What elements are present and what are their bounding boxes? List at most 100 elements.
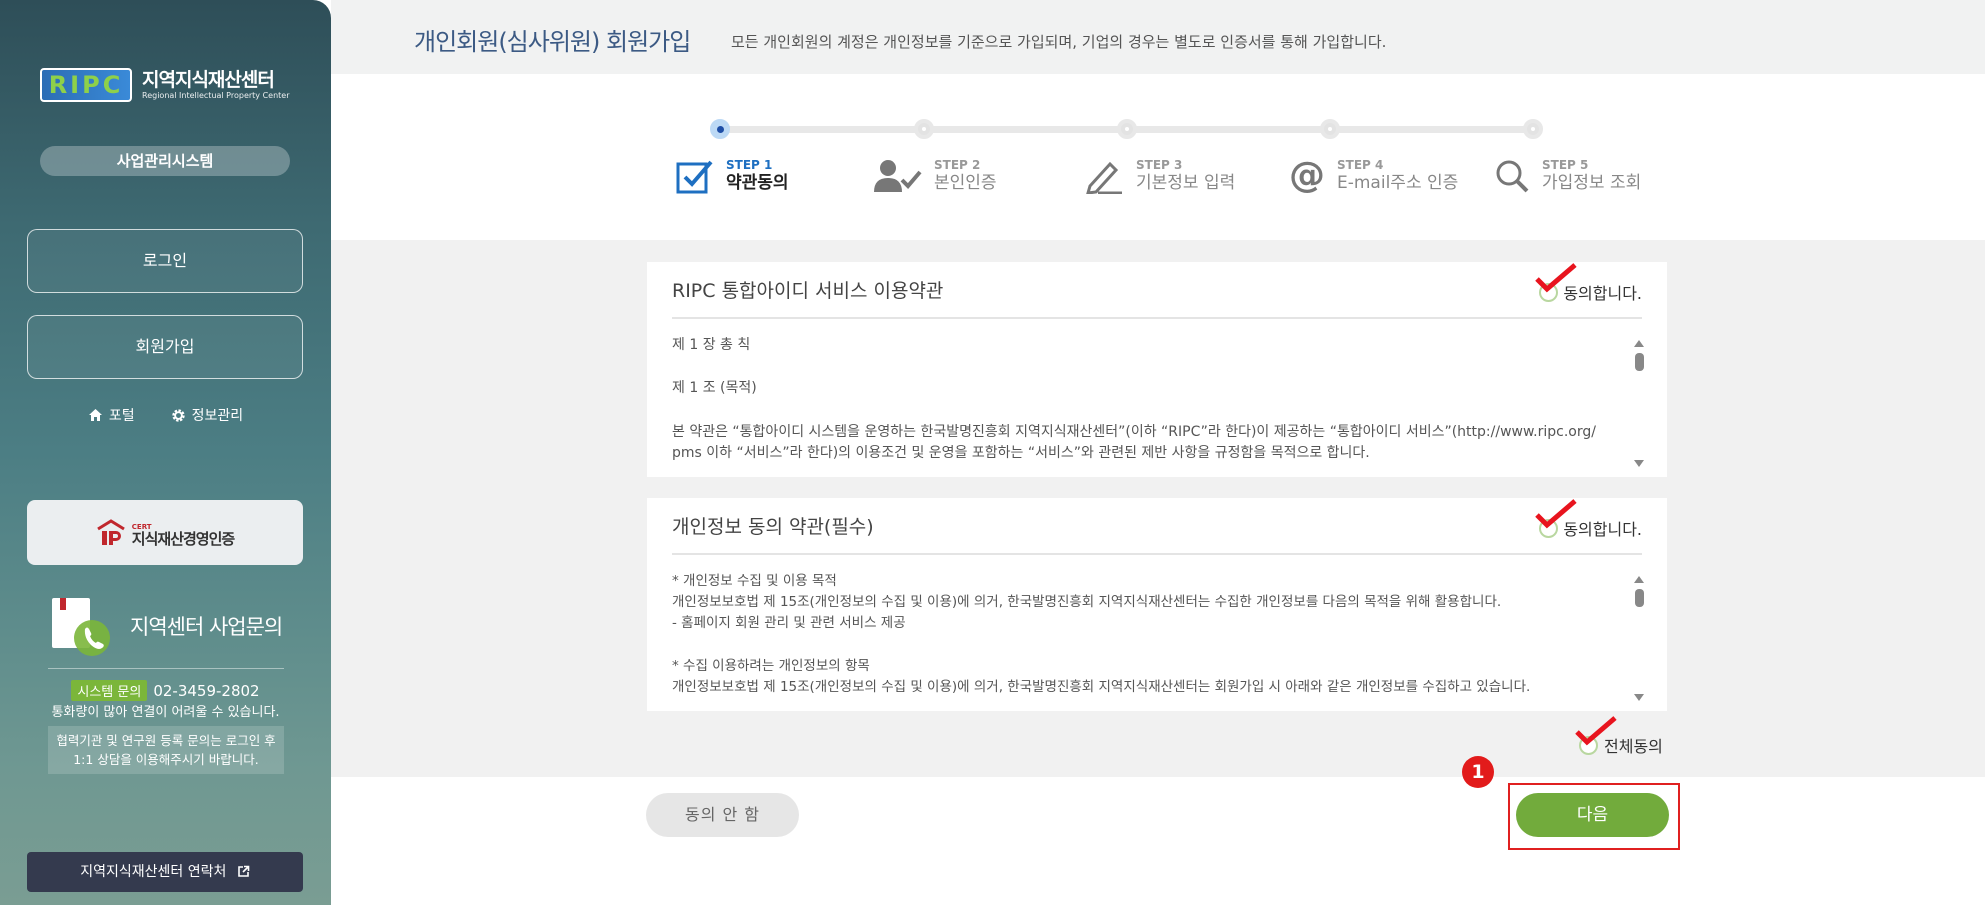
- scroll-thumb[interactable]: [1634, 353, 1644, 371]
- terms-content[interactable]: 제 1 장 총 칙 제 1 조 (목적) 본 약관은 “통합아이디 시스템을 운…: [672, 332, 1627, 477]
- step-3-number: STEP 3: [1136, 158, 1183, 172]
- info-label: 정보관리: [191, 408, 244, 424]
- system-inquiry-badge: 시스템 문의: [71, 680, 148, 701]
- step-1-dot: [710, 119, 730, 139]
- center-contact-button[interactable]: 지역지식재산센터 연락처: [27, 852, 303, 892]
- step-2-dot: [914, 119, 934, 139]
- step-3: STEP 3 기본정보 입력: [1084, 158, 1235, 194]
- red-check-icon: [1535, 498, 1577, 528]
- privacy-content[interactable]: * 개인정보 수집 및 이용 목적 개인정보보호법 제 15조(개인정보의 수집…: [672, 568, 1627, 711]
- step-2-name: 본인인증: [934, 173, 997, 193]
- privacy-agree-radio[interactable]: [1535, 498, 1577, 538]
- portal-label: 포털: [108, 408, 135, 424]
- step-2: STEP 2 본인인증: [872, 158, 997, 194]
- page-description: 모든 개인회원의 계정은 개인정보를 기준으로 가입되며, 기업의 경우는 별도…: [731, 33, 1387, 51]
- terms-of-service-panel: RIPC 통합아이디 서비스 이용약관 동의합니다. 제 1 장 총 칙 제 1…: [647, 262, 1667, 477]
- logo-mark-text: RIPC: [48, 71, 124, 99]
- step-1-number: STEP 1: [726, 158, 773, 172]
- terms-title: RIPC 통합아이디 서비스 이용약관: [672, 280, 944, 302]
- terms-paragraph-1: 본 약관은 “통합아이디 시스템을 운영하는 한국발명진흥회 지역지식재산센터”…: [672, 424, 1596, 440]
- step-2-text: STEP 2 본인인증: [934, 158, 997, 194]
- portal-link[interactable]: 포털: [88, 405, 135, 425]
- step-2-number: STEP 2: [934, 158, 981, 172]
- terms-chapter: 제 1 장 총 칙: [672, 337, 751, 353]
- gear-icon: [171, 408, 185, 422]
- home-icon: [88, 409, 102, 421]
- pencil-icon: [1086, 161, 1122, 194]
- terms-agree-radio[interactable]: [1535, 262, 1577, 302]
- privacy-scrollbar[interactable]: [1633, 576, 1645, 701]
- privacy-title: 개인정보 동의 약관(필수): [672, 516, 874, 538]
- privacy-line-5: 개인정보보호법 제 15조(개인정보의 수집 및 이용)에 의거, 한국발명진흥…: [672, 679, 1531, 695]
- step-4-text: STEP 4 E-mail주소 인증: [1337, 158, 1458, 194]
- step-4-name: E-mail주소 인증: [1337, 173, 1459, 193]
- inquiry-divider: [48, 668, 284, 669]
- busy-note: 통화량이 많아 연결이 어려울 수 있습니다.: [51, 705, 280, 720]
- step-1-text: STEP 1 약관동의: [726, 158, 789, 194]
- system-inquiry-phone: 시스템 문의 02-3459-2802: [0, 680, 331, 701]
- user-check-icon: [874, 160, 922, 192]
- ripc-logo[interactable]: RIPC 지역지식재산센터 Regional Intellectual Prop…: [40, 68, 290, 102]
- scroll-up-icon[interactable]: [1634, 576, 1644, 583]
- step-1: STEP 1 약관동의: [676, 158, 789, 194]
- coop-note-box: 협력기관 및 연구원 등록 문의는 로그인 후 1:1 상담을 이용해주시기 바…: [48, 726, 284, 774]
- step-5-name: 가입정보 조회: [1542, 173, 1642, 193]
- phone-number: 02-3459-2802: [153, 682, 260, 700]
- privacy-agree-option[interactable]: 동의합니다.: [1535, 498, 1642, 540]
- scroll-down-icon[interactable]: [1634, 460, 1644, 467]
- scroll-up-icon[interactable]: [1634, 340, 1644, 347]
- logo-subtitle: Regional Intellectual Property Center: [142, 91, 290, 100]
- terms-article: 제 1 조 (목적): [672, 380, 757, 396]
- info-manage-link[interactable]: 정보관리: [171, 405, 244, 425]
- cert-logo-icon: [97, 518, 125, 545]
- contact-label: 지역지식재산센터 연락처: [80, 864, 227, 880]
- checkbox-check-icon: [676, 160, 713, 194]
- agree-all-radio[interactable]: [1575, 715, 1617, 755]
- callout-number-badge: 1: [1462, 756, 1494, 788]
- cert-text-group: CERT 지식재산경영인증: [131, 521, 235, 548]
- step-5-dot: [1523, 119, 1543, 139]
- search-icon: [1496, 160, 1529, 193]
- login-button[interactable]: 로그인: [27, 229, 303, 293]
- step-3-text: STEP 3 기본정보 입력: [1136, 158, 1235, 194]
- step-5: STEP 5 가입정보 조회: [1494, 158, 1641, 194]
- privacy-line-3: - 홈페이지 회원 관리 및 관련 서비스 제공: [672, 615, 906, 631]
- terms-scrollbar[interactable]: [1633, 340, 1645, 467]
- step-5-text: STEP 5 가입정보 조회: [1542, 158, 1641, 194]
- logo-name: 지역지식재산센터: [142, 69, 275, 91]
- at-sign-icon: @: [1289, 155, 1325, 196]
- red-check-icon: [1575, 715, 1617, 745]
- privacy-line-1: * 개인정보 수집 및 이용 목적: [672, 573, 837, 589]
- page-title: 개인회원(심사위원) 회원가입: [414, 28, 691, 56]
- terms-divider: [672, 317, 1642, 319]
- inquiry-document-phone-icon: [52, 598, 110, 656]
- scroll-down-icon[interactable]: [1634, 694, 1644, 701]
- signup-button[interactable]: 회원가입: [27, 315, 303, 379]
- coop-note-line-2: 1:1 상담을 이용해주시기 바랍니다.: [73, 752, 259, 767]
- ripc-logo-mark: RIPC: [40, 68, 132, 102]
- cert-label: 지식재산경영인증: [131, 529, 235, 548]
- step-3-name: 기본정보 입력: [1136, 173, 1236, 193]
- system-label: 사업관리시스템: [40, 146, 290, 176]
- step-4-number: STEP 4: [1337, 158, 1384, 172]
- privacy-line-2: 개인정보보호법 제 15조(개인정보의 수집 및 이용)에 의거, 한국발명진흥…: [672, 594, 1502, 610]
- step-4-dot: [1320, 119, 1340, 139]
- terms-agree-option[interactable]: 동의합니다.: [1535, 262, 1642, 304]
- privacy-divider: [672, 553, 1642, 555]
- quick-links: 포털 정보관리: [0, 405, 331, 425]
- agree-all-option[interactable]: 전체동의: [1575, 715, 1663, 757]
- external-link-icon: [237, 865, 250, 877]
- ip-management-cert-banner[interactable]: CERT 지식재산경영인증: [27, 500, 303, 565]
- step-5-number: STEP 5: [1542, 158, 1589, 172]
- step-3-dot: [1117, 119, 1137, 139]
- next-button[interactable]: 다음: [1516, 793, 1669, 837]
- scroll-thumb[interactable]: [1634, 589, 1644, 607]
- disagree-button[interactable]: 동의 안 함: [646, 793, 799, 837]
- coop-note-line-1: 협력기관 및 연구원 등록 문의는 로그인 후: [56, 733, 276, 748]
- regional-inquiry: 지역센터 사업문의: [48, 594, 283, 658]
- step-1-name: 약관동의: [726, 173, 789, 193]
- red-check-icon: [1535, 262, 1577, 292]
- privacy-line-4: * 수집 이용하려는 개인정보의 항목: [672, 658, 870, 674]
- privacy-consent-panel: 개인정보 동의 약관(필수) 동의합니다. * 개인정보 수집 및 이용 목적 …: [647, 498, 1667, 711]
- sidebar: RIPC 지역지식재산센터 Regional Intellectual Prop…: [0, 0, 331, 905]
